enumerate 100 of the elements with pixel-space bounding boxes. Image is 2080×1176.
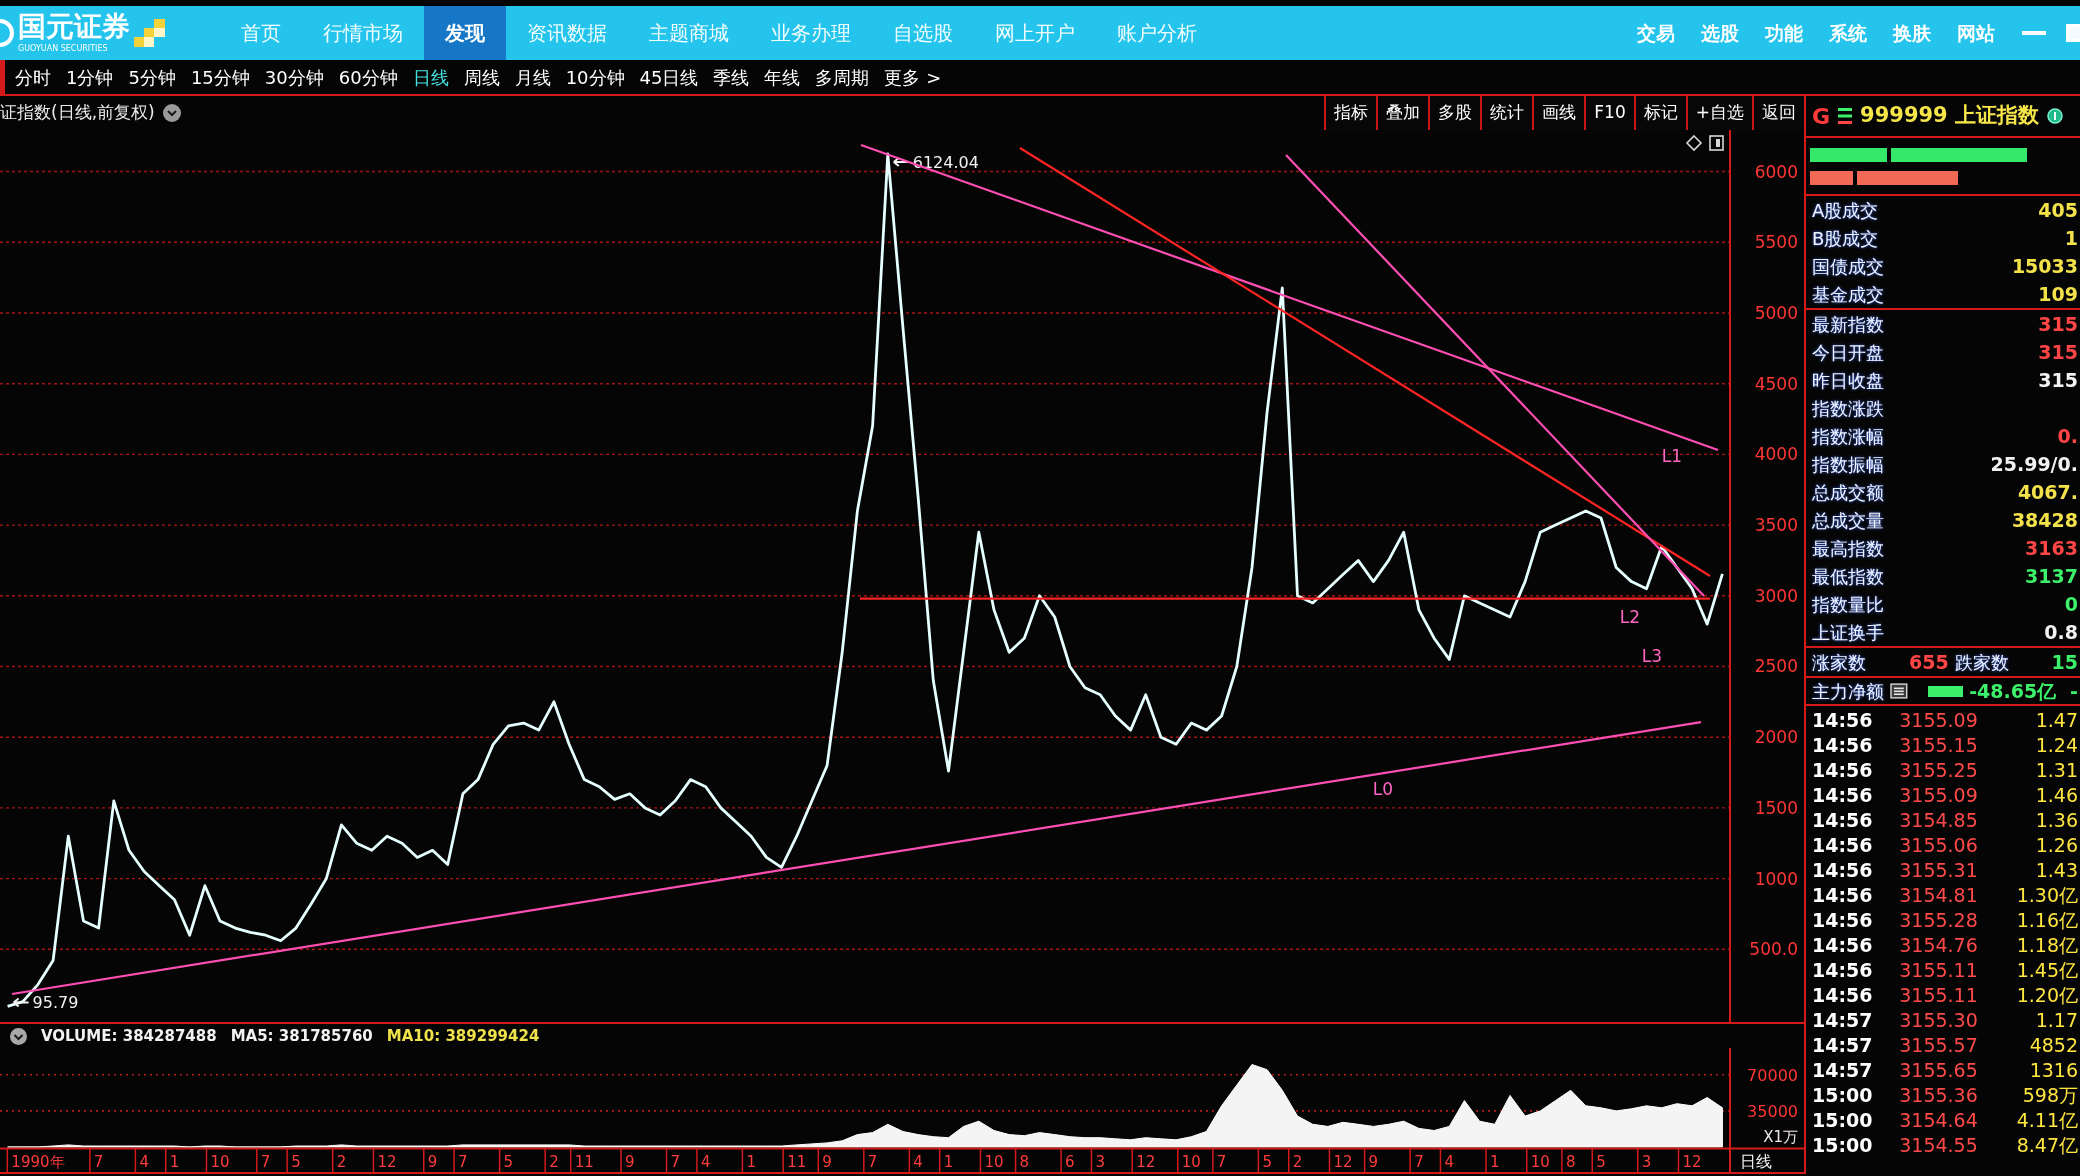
axis-label: 7 bbox=[458, 1153, 468, 1171]
period-tab[interactable]: 年线 bbox=[764, 63, 801, 91]
period-tab[interactable]: 15分钟 bbox=[190, 63, 250, 91]
axis-label: 9 bbox=[625, 1153, 635, 1171]
stat-label: A股成交 bbox=[1812, 198, 1879, 223]
tick-time: 14:56 bbox=[1812, 983, 1873, 1008]
price-label: 6124.04 bbox=[912, 153, 979, 173]
index-title: 999999 上证指数 bbox=[1860, 102, 2040, 130]
list-icon[interactable] bbox=[1890, 683, 1908, 699]
period-tab[interactable]: 日线 bbox=[412, 63, 449, 91]
stat-value: -48.65亿 bbox=[1969, 678, 2057, 704]
period-tab[interactable]: 季线 bbox=[713, 63, 750, 91]
axis-label: 12 bbox=[1682, 1153, 1702, 1171]
tick-time: 15:00 bbox=[1812, 1083, 1873, 1108]
period-tab[interactable]: 多周期 bbox=[815, 63, 870, 91]
tick-price: 3155.30 bbox=[1899, 1008, 1978, 1033]
tick-time: 15:00 bbox=[1812, 1133, 1873, 1158]
market-code: G bbox=[1812, 102, 1831, 131]
nav-tab[interactable]: 发现 bbox=[424, 6, 506, 60]
stat-label: 昨日收盘 bbox=[1812, 368, 1884, 393]
panel-icon[interactable] bbox=[1709, 135, 1724, 151]
period-tab[interactable]: 分时 bbox=[15, 63, 51, 91]
axis-label: 70000 bbox=[1747, 1065, 1798, 1085]
tick-amount: 1.24 bbox=[2035, 733, 2078, 758]
period-tab[interactable]: 30分钟 bbox=[264, 63, 324, 91]
legend-label: MA10: 389299424 bbox=[386, 1025, 540, 1047]
tick-price: 3154.64 bbox=[1899, 1108, 1978, 1133]
tick-amount: 1.20亿 bbox=[2016, 983, 2078, 1008]
tick-amount: 1.47 bbox=[2035, 708, 2078, 733]
axis-label: 2 bbox=[549, 1153, 559, 1171]
stat-value: 15033 bbox=[2011, 253, 2078, 279]
axis-label: 9 bbox=[822, 1153, 832, 1171]
tick-amount: 1.26 bbox=[2035, 833, 2078, 858]
circle-icon[interactable] bbox=[2047, 108, 2064, 124]
logo-icon bbox=[0, 19, 14, 47]
stat-value: 3137 bbox=[2025, 563, 2078, 589]
tick-price: 3155.57 bbox=[1899, 1033, 1978, 1058]
tick-time: 14:57 bbox=[1812, 1008, 1873, 1033]
axis-label: 7 bbox=[867, 1153, 878, 1171]
tick-amount: 598万 bbox=[2022, 1083, 2078, 1108]
tick-amount: 1.31 bbox=[2035, 758, 2078, 783]
stat-label: 最高指数 bbox=[1812, 536, 1884, 561]
brand-subtitle: GUOYUAN SECURITIES bbox=[18, 45, 109, 53]
line-label: L3 bbox=[1641, 646, 1663, 666]
tick-price: 3155.09 bbox=[1899, 783, 1978, 808]
axis-label: 1 bbox=[1490, 1153, 1500, 1171]
diamond-icon[interactable] bbox=[1685, 134, 1703, 152]
chart-title: 证指数(日线,前复权) bbox=[0, 101, 155, 125]
period-tab[interactable]: 更多 > bbox=[884, 63, 942, 91]
dropdown-icon[interactable] bbox=[162, 104, 181, 122]
legend-label: VOLUME: 384287488 bbox=[41, 1025, 217, 1047]
tick-time: 14:56 bbox=[1812, 883, 1873, 908]
axis-label: 4 bbox=[139, 1153, 149, 1171]
stat-label: 指数振幅 bbox=[1812, 452, 1884, 477]
period-tab[interactable]: 10分钟 bbox=[565, 63, 625, 91]
period-tab[interactable]: 1分钟 bbox=[66, 63, 114, 91]
axis-label: 2000 bbox=[1754, 727, 1798, 748]
tick-price: 3155.11 bbox=[1899, 983, 1978, 1008]
line-label: L0 bbox=[1372, 778, 1394, 799]
dropdown-icon[interactable] bbox=[10, 1027, 27, 1045]
tick-time: 14:56 bbox=[1812, 708, 1873, 733]
stat-label: 总成交量 bbox=[1812, 508, 1884, 533]
axis-label: 10 bbox=[210, 1153, 230, 1171]
axis-label: 12 bbox=[1136, 1153, 1156, 1171]
stat-label: 今日开盘 bbox=[1812, 340, 1884, 365]
period-tab[interactable]: 60分钟 bbox=[338, 63, 398, 91]
period-tab[interactable]: 周线 bbox=[463, 63, 500, 91]
stat-value: 0.8 bbox=[2044, 619, 2078, 645]
axis-label: 8 bbox=[1019, 1153, 1030, 1171]
tick-amount: 1.43 bbox=[2035, 858, 2078, 883]
tick-amount: 1.45亿 bbox=[2016, 958, 2078, 983]
stat-value: 38428 bbox=[2011, 507, 2078, 533]
stat-value: - bbox=[2070, 678, 2078, 704]
stat-value: 25.99/0. bbox=[1990, 451, 2078, 477]
line-label: L1 bbox=[1661, 445, 1683, 466]
axis-label: 11 bbox=[574, 1153, 594, 1171]
line-label: L2 bbox=[1619, 607, 1641, 627]
axis-label: 7 bbox=[1216, 1153, 1227, 1171]
axis-label: 10 bbox=[1530, 1153, 1550, 1171]
tick-price: 3155.36 bbox=[1899, 1083, 1978, 1108]
axis-label: 1 bbox=[169, 1153, 180, 1171]
axis-label: 5 bbox=[1596, 1153, 1606, 1171]
tick-time: 14:56 bbox=[1812, 808, 1873, 833]
axis-label: 4 bbox=[700, 1153, 711, 1171]
axis-label: 2500 bbox=[1754, 656, 1798, 677]
menu-icon[interactable] bbox=[1838, 108, 1853, 124]
stat-value: 405 bbox=[2038, 197, 2078, 223]
stat-value: 109 bbox=[2038, 281, 2078, 307]
stat-label: B股成交 bbox=[1812, 226, 1879, 251]
stat-label: 跌家数 bbox=[1954, 650, 2009, 675]
period-tab[interactable]: 45日线 bbox=[639, 63, 699, 91]
axis-label: 5 bbox=[503, 1153, 514, 1171]
tick-price: 3155.28 bbox=[1899, 908, 1978, 933]
axis-label: 3000 bbox=[1754, 585, 1798, 606]
axis-label: 500.0 bbox=[1749, 939, 1798, 960]
tick-time: 14:56 bbox=[1812, 908, 1873, 933]
tick-price: 3155.09 bbox=[1899, 708, 1978, 733]
period-tab[interactable]: 5分钟 bbox=[128, 63, 176, 91]
period-tab[interactable]: 月线 bbox=[514, 63, 551, 91]
axis-label: 5000 bbox=[1754, 303, 1798, 323]
